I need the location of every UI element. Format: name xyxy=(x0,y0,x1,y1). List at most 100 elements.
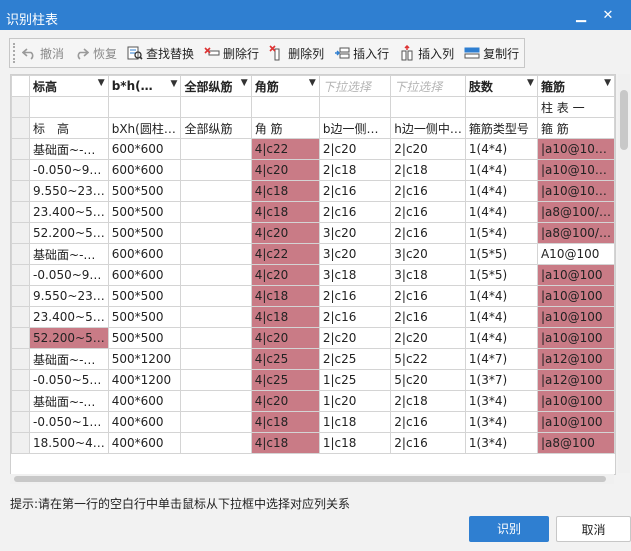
table-cell[interactable]: 400*600 xyxy=(107,411,182,433)
table-cell[interactable]: 1|c18 xyxy=(318,411,392,433)
table-cell[interactable]: 18.500~4… xyxy=(29,432,109,454)
table-cell[interactable] xyxy=(180,180,252,202)
cancel-button[interactable]: 取消 xyxy=(556,516,631,542)
table-cell[interactable]: |a10@100 xyxy=(536,390,615,412)
table-cell[interactable]: 1(3*7) xyxy=(464,369,538,391)
table-cell[interactable]: 23.400~5… xyxy=(29,306,109,328)
table-cell[interactable]: 500*500 xyxy=(107,306,182,328)
table-cell[interactable]: |a10@100 xyxy=(536,285,615,307)
table-cell[interactable]: |a10@100 xyxy=(536,264,615,286)
redo-button[interactable]: 恢复 xyxy=(70,41,121,65)
table-cell[interactable]: |a10@10… xyxy=(536,159,615,181)
table-cell[interactable]: 2|c16 xyxy=(390,285,466,307)
table-cell[interactable]: h边一侧中… xyxy=(390,117,466,139)
table-cell[interactable]: 基础面~-… xyxy=(29,243,109,265)
table-cell[interactable] xyxy=(464,96,538,118)
dropdown-arrow-icon[interactable]: ▼ xyxy=(241,78,248,88)
table-cell[interactable]: |a10@100 xyxy=(536,306,615,328)
table-cell[interactable]: 2|c16 xyxy=(318,285,392,307)
table-cell[interactable]: 2|c16 xyxy=(390,432,466,454)
row-index-cell[interactable] xyxy=(11,264,31,286)
table-cell[interactable]: -0.050~9… xyxy=(29,264,109,286)
table-cell[interactable]: 2|c18 xyxy=(390,390,466,412)
table-cell[interactable]: 1(4*4) xyxy=(464,201,538,223)
table-cell[interactable] xyxy=(29,96,109,118)
table-cell[interactable]: 角 筋 xyxy=(250,117,320,139)
table-cell[interactable]: 500*1200 xyxy=(107,348,182,370)
table-cell[interactable]: 9.550~23… xyxy=(29,180,109,202)
table-cell[interactable]: 2|c20 xyxy=(318,327,392,349)
table-cell[interactable]: 1(5*4) xyxy=(464,222,538,244)
table-cell[interactable]: |a8@100/… xyxy=(536,201,615,223)
dropdown-arrow-icon[interactable]: ▼ xyxy=(171,79,178,89)
table-cell[interactable]: 全部纵筋 xyxy=(180,117,252,139)
minimize-button[interactable]: ▁ xyxy=(573,8,589,24)
table-cell[interactable]: 1(4*7) xyxy=(464,348,538,370)
table-cell[interactable]: 2|c16 xyxy=(318,201,392,223)
table-cell[interactable]: 2|c16 xyxy=(390,306,466,328)
table-cell[interactable]: 基础面~-… xyxy=(29,138,109,160)
table-cell[interactable]: 2|c18 xyxy=(318,159,392,181)
row-index-cell[interactable] xyxy=(11,432,31,454)
table-cell[interactable]: |a8@100/… xyxy=(536,222,615,244)
table-cell[interactable] xyxy=(180,432,252,454)
row-index-cell[interactable] xyxy=(11,222,31,244)
table-cell[interactable] xyxy=(390,96,466,118)
table-cell[interactable]: 600*600 xyxy=(107,159,182,181)
row-index-cell[interactable] xyxy=(11,285,31,307)
column-mapping-dropdown[interactable]: 标高 ▼ xyxy=(29,75,109,97)
table-cell[interactable]: |a10@10… xyxy=(536,138,615,160)
table-cell[interactable]: 2|c20 xyxy=(390,138,466,160)
row-index-cell[interactable] xyxy=(11,159,31,181)
table-cell[interactable] xyxy=(180,201,252,223)
table-cell[interactable]: 500*500 xyxy=(107,285,182,307)
table-cell[interactable]: 2|c16 xyxy=(390,201,466,223)
table-cell[interactable]: 1(4*4) xyxy=(464,180,538,202)
row-index-cell[interactable] xyxy=(11,348,31,370)
column-mapping-dropdown[interactable]: b*h(… ▼ xyxy=(107,75,182,97)
table-cell[interactable]: 2|c20 xyxy=(390,327,466,349)
table-cell[interactable]: -0.050~5… xyxy=(29,369,109,391)
column-mapping-dropdown[interactable]: 下拉选择 xyxy=(318,75,392,97)
row-index-cell[interactable] xyxy=(11,306,31,328)
find-replace-button[interactable]: 查找替换 xyxy=(123,41,198,65)
row-index-cell[interactable] xyxy=(11,201,31,223)
table-cell[interactable]: 标 高 xyxy=(29,117,109,139)
table-cell[interactable]: 4|c18 xyxy=(250,306,320,328)
table-cell[interactable]: |a10@10… xyxy=(536,180,615,202)
column-mapping-dropdown[interactable]: 箍筋 ▼ xyxy=(536,75,615,97)
column-mapping-dropdown[interactable]: 角筋 ▼ xyxy=(250,75,320,97)
row-index-cell[interactable] xyxy=(11,390,31,412)
table-cell[interactable]: 2|c16 xyxy=(390,411,466,433)
table-cell[interactable]: 2|c25 xyxy=(318,348,392,370)
table-cell[interactable] xyxy=(318,96,392,118)
delete-row-button[interactable]: 删除行 xyxy=(200,41,263,65)
table-cell[interactable] xyxy=(180,348,252,370)
insert-row-button[interactable]: 插入行 xyxy=(330,41,393,65)
table-cell[interactable]: 柱 表 一 xyxy=(536,96,615,118)
table-cell[interactable]: 1(3*4) xyxy=(464,390,538,412)
table-cell[interactable]: 5|c22 xyxy=(390,348,466,370)
table-cell[interactable] xyxy=(180,96,252,118)
row-index-cell[interactable] xyxy=(11,180,31,202)
table-cell[interactable]: 4|c25 xyxy=(250,369,320,391)
table-cell[interactable]: 600*600 xyxy=(107,243,182,265)
table-cell[interactable]: 3|c18 xyxy=(318,264,392,286)
table-cell[interactable] xyxy=(180,411,252,433)
table-cell[interactable]: 基础面~-… xyxy=(29,390,109,412)
copy-row-button[interactable]: 复制行 xyxy=(460,41,523,65)
table-cell[interactable]: 3|c20 xyxy=(318,222,392,244)
vertical-scroll-thumb[interactable] xyxy=(620,90,628,150)
table-cell[interactable] xyxy=(180,327,252,349)
table-cell[interactable]: 52.200~5… xyxy=(29,222,109,244)
table-cell[interactable] xyxy=(180,264,252,286)
table-cell[interactable]: 1(5*5) xyxy=(464,243,538,265)
table-cell[interactable]: 4|c25 xyxy=(250,348,320,370)
table-cell[interactable]: 4|c20 xyxy=(250,327,320,349)
table-cell[interactable]: 2|c16 xyxy=(390,180,466,202)
table-cell[interactable]: 500*500 xyxy=(107,327,182,349)
table-cell[interactable]: |a12@100 xyxy=(536,369,615,391)
table-cell[interactable]: 400*600 xyxy=(107,390,182,412)
table-cell[interactable]: |a12@100 xyxy=(536,348,615,370)
table-cell[interactable]: 600*600 xyxy=(107,138,182,160)
